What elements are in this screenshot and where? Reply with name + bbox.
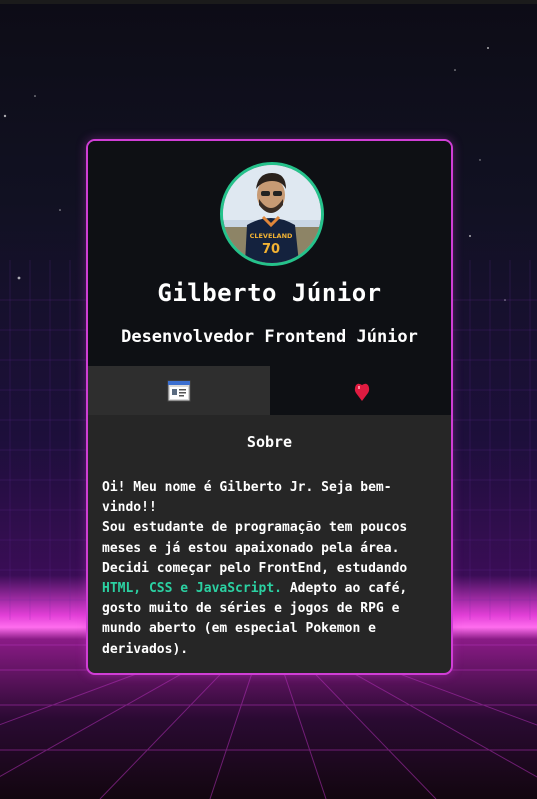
profile-card: CLEVELAND 70 Gilberto Júnior Desenvolved… [86, 139, 453, 675]
about-line: mundo aberto (em especial Pokemon e [102, 621, 376, 637]
about-line: gosto muito de séries e jogos de RPG e [102, 601, 400, 617]
shirt-number: 70 [262, 242, 280, 257]
avatar: CLEVELAND 70 [220, 162, 324, 266]
heart-icon [354, 383, 369, 401]
about-line: Oi! Meu nome é Gilberto Jr. Seja bem- [102, 480, 392, 495]
about-line: Decidi começar pelo FrontEnd, estudando [102, 560, 408, 576]
about-line-rest: Adepto ao café, [282, 581, 408, 597]
tech-highlight: HTML, CSS e JavaScript. [102, 581, 283, 597]
about-line: vindo!! [102, 500, 157, 516]
tab-about[interactable] [88, 366, 270, 415]
about-title: Sobre [246, 433, 293, 451]
profile-role: Desenvolvedor Frontend Júnior [121, 327, 418, 347]
profile-card-icon [167, 380, 191, 401]
shirt-text: CLEVELAND [250, 232, 293, 240]
about-line: HTML, CSS e JavaScript. Adepto ao café, [102, 579, 422, 599]
about-line: derivados). [102, 641, 189, 657]
tab-favorites[interactable] [270, 366, 451, 415]
about-text: Oi! Meu nome é Gilberto Jr. Seja bem- vi… [102, 478, 422, 660]
about-line: Sou estudante de programação tem poucos [102, 520, 408, 536]
profile-photo: CLEVELAND 70 [223, 165, 321, 263]
about-line: meses e já estou apaixonado pela área. [102, 540, 400, 556]
profile-name: Gilberto Júnior [157, 279, 382, 307]
